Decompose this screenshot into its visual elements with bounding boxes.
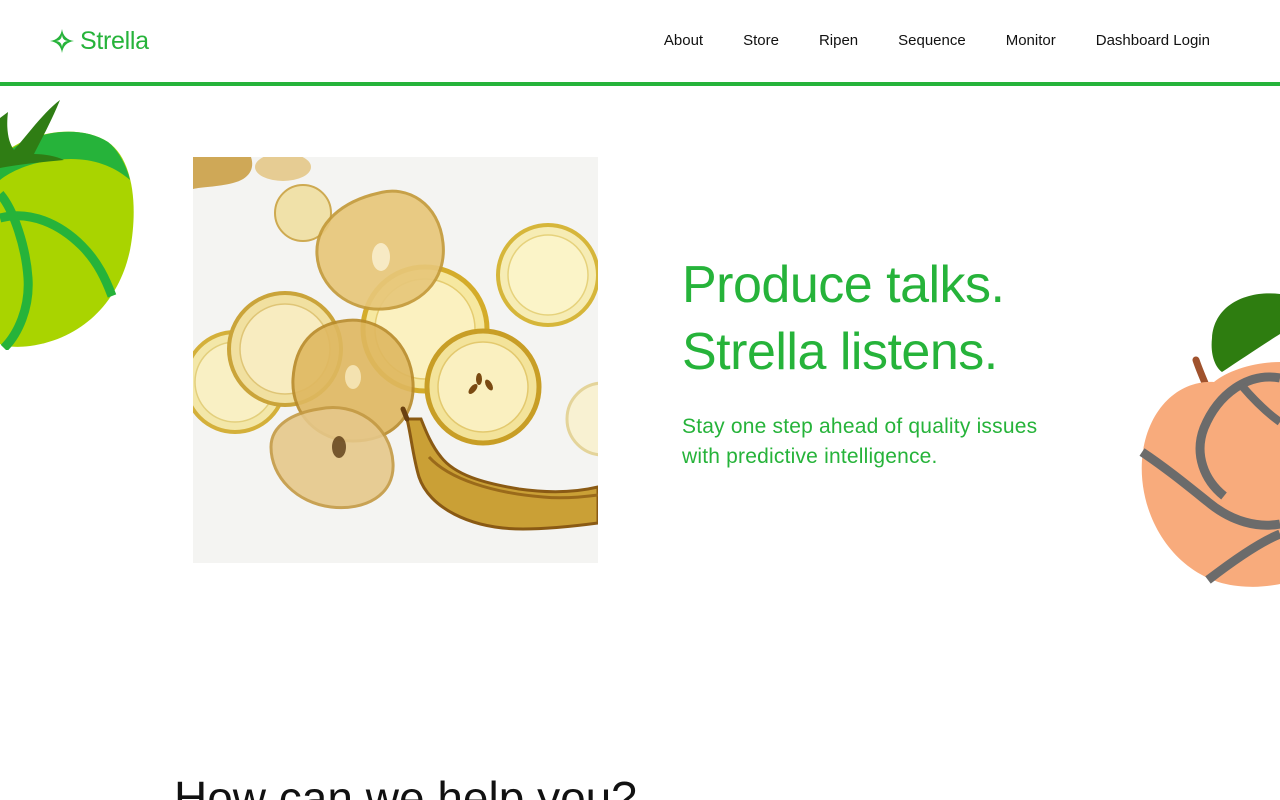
hero-subtitle-line-2: with predictive intelligence. (682, 445, 938, 468)
brand-name: Strella (80, 27, 149, 55)
hero-title: Produce talks. Strella listens. (682, 252, 1152, 386)
hero-subtitle-line-1: Stay one step ahead of quality issues (682, 415, 1038, 438)
hero-title-line-2: Strella listens. (682, 323, 998, 381)
hero-subtitle: Stay one step ahead of quality issues wi… (682, 412, 1152, 472)
hero-title-line-1: Produce talks. (682, 256, 1005, 314)
nav-store[interactable]: Store (743, 31, 779, 51)
header-divider (0, 82, 1280, 86)
apple-illustration (0, 100, 134, 350)
nav-sequence[interactable]: Sequence (898, 31, 966, 51)
main-nav: About Store Ripen Sequence Monitor Dashb… (664, 31, 1210, 51)
sliced-fruit-photo (193, 157, 598, 563)
help-heading: How can we help you? (174, 772, 637, 800)
strella-star-icon (50, 29, 74, 53)
nav-dashboard-login[interactable]: Dashboard Login (1096, 31, 1210, 51)
site-header: Strella About Store Ripen Sequence Monit… (0, 0, 1280, 82)
hero-image (193, 157, 598, 563)
nav-ripen[interactable]: Ripen (819, 31, 858, 51)
strella-logo[interactable]: Strella (50, 26, 149, 56)
nav-about[interactable]: About (664, 31, 703, 51)
peach-illustration (1139, 293, 1280, 587)
hero-section: Produce talks. Strella listens. Stay one… (682, 252, 1152, 472)
nav-monitor[interactable]: Monitor (1006, 31, 1056, 51)
